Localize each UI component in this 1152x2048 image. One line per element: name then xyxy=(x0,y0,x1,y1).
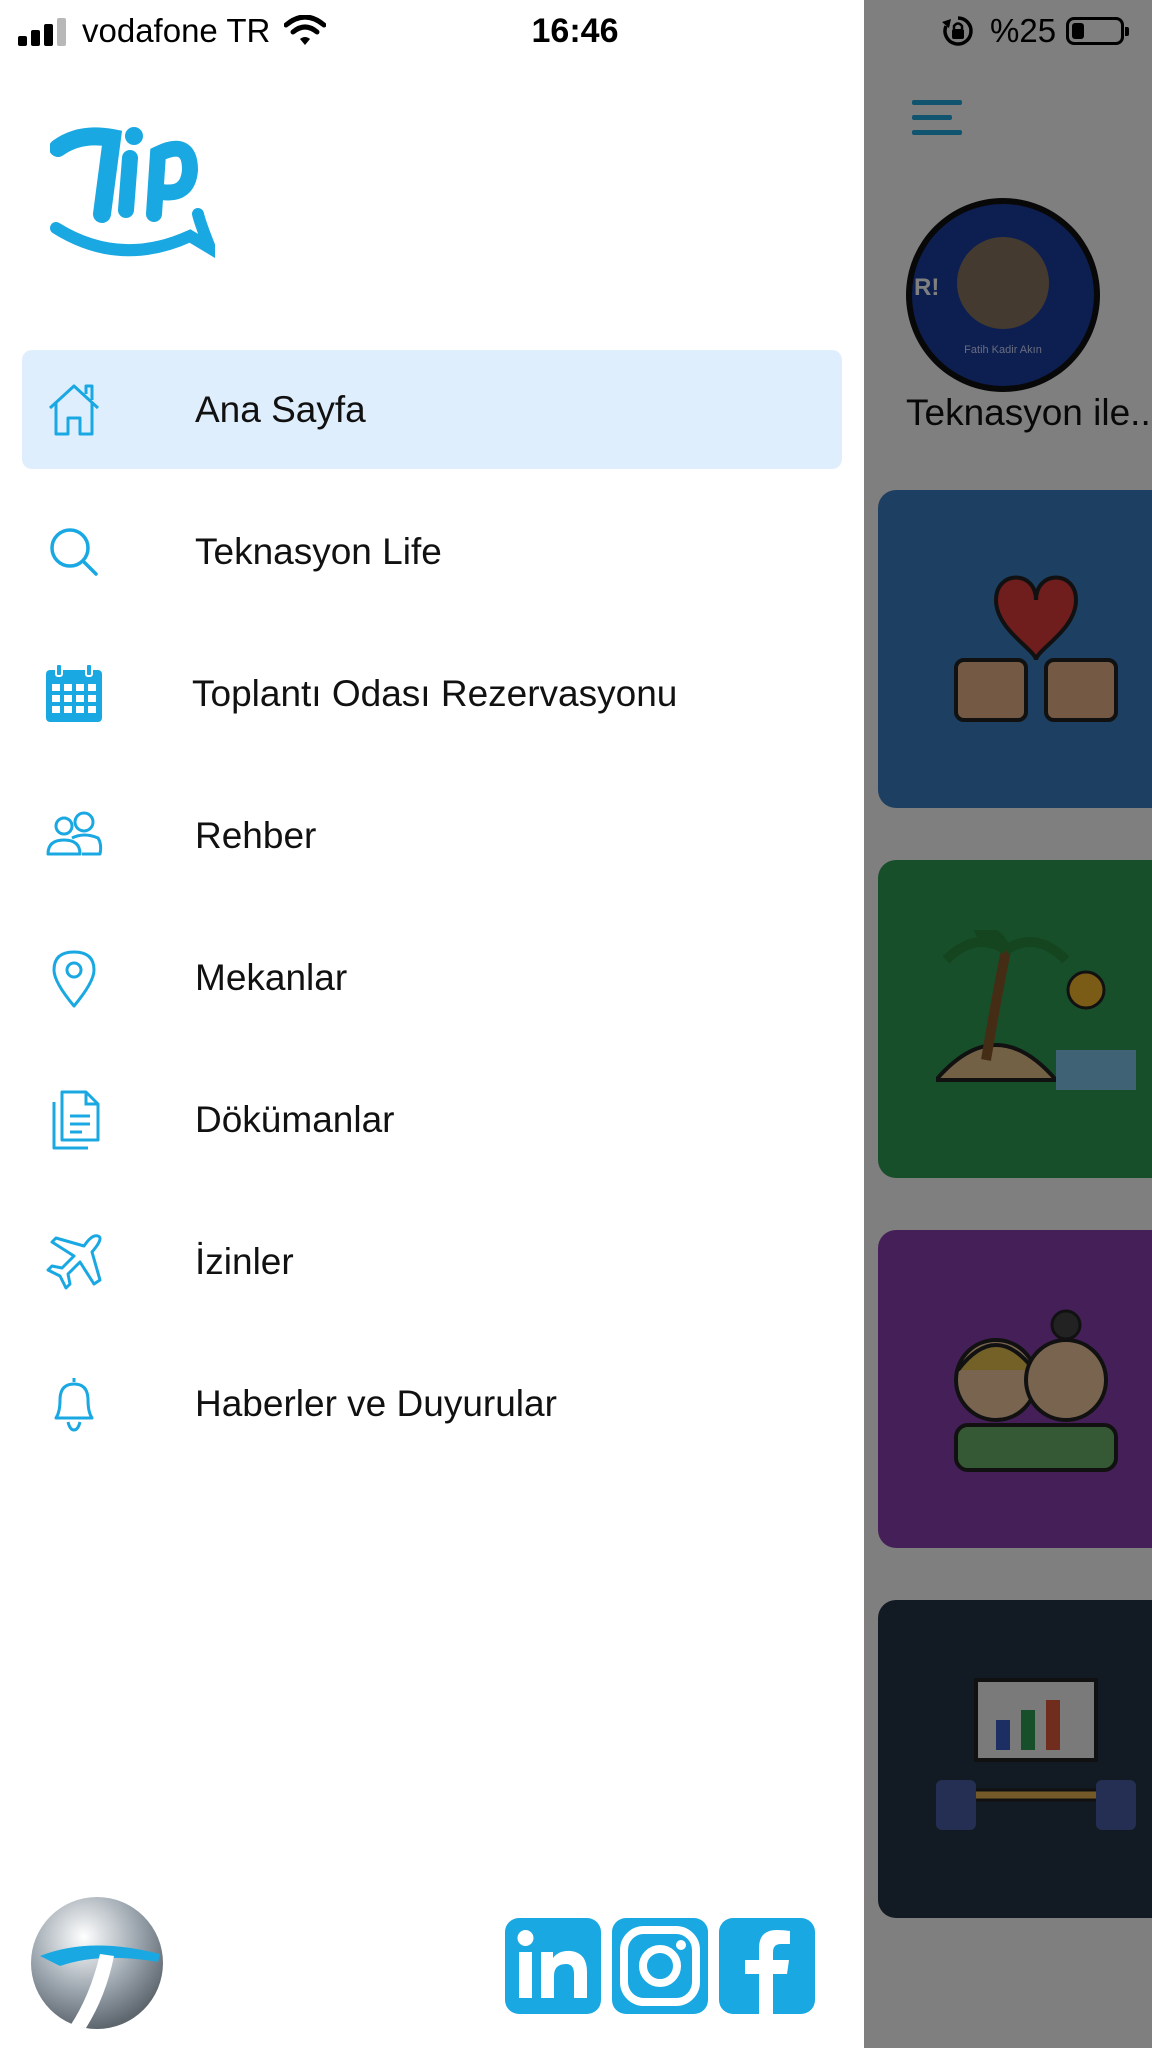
menu-item-label: İzinler xyxy=(195,1241,294,1282)
battery-icon xyxy=(1066,17,1130,45)
menu-item-label: Rehber xyxy=(195,815,317,856)
menu-item-label: Teknasyon Life xyxy=(195,531,442,572)
orientation-lock-icon xyxy=(942,16,973,46)
search-icon xyxy=(50,528,98,576)
instagram-button[interactable] xyxy=(612,1918,708,2014)
facebook-icon xyxy=(745,1930,790,2014)
cellular-signal-icon xyxy=(18,16,70,46)
menu-item-label: Dökümanlar xyxy=(195,1099,395,1140)
people-icon xyxy=(46,811,103,856)
menu-item-label: Mekanlar xyxy=(195,957,348,998)
menu-item-haberler[interactable]: Haberler ve Duyurular xyxy=(22,1344,842,1463)
drawer-scrim[interactable] xyxy=(864,0,1152,2048)
menu-item-toplanti-odasi[interactable]: Toplantı Odası Rezervasyonu xyxy=(22,634,842,753)
wifi-icon xyxy=(284,15,327,45)
menu-item-mekanlar[interactable]: Mekanlar xyxy=(22,918,842,1037)
menu-item-ana-sayfa[interactable]: Ana Sayfa xyxy=(22,350,842,469)
status-bar-right: %25 xyxy=(940,8,1130,54)
menu-item-rehber[interactable]: Rehber xyxy=(22,776,842,895)
menu-item-teknasyon-life[interactable]: Teknasyon Life xyxy=(22,492,842,611)
menu-item-label: Toplantı Odası Rezervasyonu xyxy=(192,673,678,714)
bell-icon xyxy=(54,1378,94,1432)
airplane-icon xyxy=(46,1234,102,1290)
document-icon xyxy=(52,1090,100,1150)
instagram-icon xyxy=(620,1926,700,2006)
battery-percentage: %25 xyxy=(990,12,1057,49)
status-time: 16:46 xyxy=(531,12,619,50)
map-pin-icon xyxy=(52,950,96,1008)
teknasyon-logo xyxy=(31,1897,163,2029)
linkedin-button[interactable] xyxy=(505,1918,601,2014)
menu-item-dokumanlar[interactable]: Dökümanlar xyxy=(22,1060,842,1179)
navigation-drawer: vodafone TR 16:46 Ana Sayfa Teknasyon Li… xyxy=(0,0,864,2048)
menu-item-label: Haberler ve Duyurular xyxy=(195,1383,557,1424)
tip-logo xyxy=(50,127,215,258)
facebook-button[interactable] xyxy=(719,1918,815,2014)
home-icon xyxy=(48,384,100,436)
menu-item-izinler[interactable]: İzinler xyxy=(22,1202,842,1321)
status-bar-left: vodafone TR xyxy=(18,8,327,54)
calendar-icon xyxy=(46,663,102,722)
menu-item-label: Ana Sayfa xyxy=(195,389,366,430)
carrier-name: vodafone TR xyxy=(82,12,271,49)
linkedin-icon xyxy=(517,1930,587,1998)
